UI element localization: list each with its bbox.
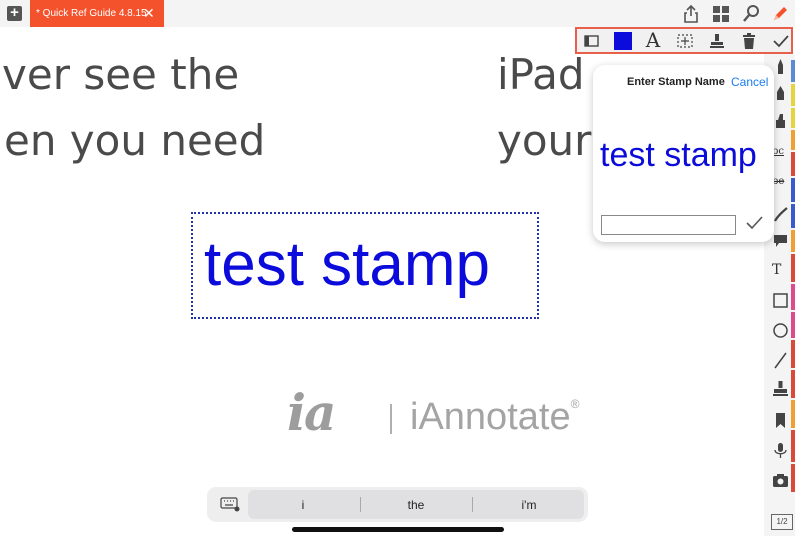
sidebar-color-tab[interactable] [791, 400, 795, 428]
document-tab-title: * Quick Ref Guide 4.8.15 [36, 8, 147, 19]
comment-icon[interactable] [772, 232, 789, 249]
tab-close-icon[interactable]: ✕ [143, 5, 155, 22]
sidebar-color-tab[interactable] [791, 430, 795, 462]
microphone-icon[interactable] [772, 442, 789, 459]
sidebar-color-tab[interactable] [791, 370, 795, 398]
page-indicator[interactable]: 1/2 [771, 514, 793, 530]
stamp-toolbar: A [575, 27, 793, 54]
sidebar-color-tab[interactable] [791, 312, 795, 338]
suggestion-item[interactable]: i'm [474, 498, 584, 512]
sidebar-color-tab[interactable] [791, 84, 795, 106]
grid-view-icon[interactable] [711, 4, 731, 24]
keyboard-suggestion-bar: i the i'm [207, 487, 588, 522]
trash-icon[interactable] [740, 32, 758, 50]
bookmark-icon[interactable] [772, 412, 789, 429]
logo-trademark: ® [570, 397, 580, 411]
highlighter-icon[interactable] [772, 112, 789, 129]
sidebar-color-tab[interactable] [791, 464, 795, 492]
marker-icon[interactable] [772, 84, 789, 101]
suggestion-item[interactable]: the [361, 498, 471, 512]
text-tool-icon[interactable]: T [772, 262, 789, 279]
suggestion-divider [472, 497, 473, 512]
sidebar-color-tab[interactable] [791, 178, 795, 202]
iannotate-logo-mark: ia [287, 383, 336, 442]
strikethrough-tool-icon[interactable]: be [772, 176, 789, 193]
underline-tool-icon[interactable]: bc [772, 146, 789, 163]
home-indicator[interactable] [292, 527, 504, 532]
line-tool-icon[interactable] [772, 352, 789, 369]
color-swatch[interactable] [614, 32, 632, 50]
pen-icon[interactable] [772, 58, 789, 75]
brush-icon[interactable] [772, 206, 789, 223]
checkmark-icon[interactable] [772, 32, 790, 50]
suggestion-list: i the i'm [248, 490, 584, 519]
stamp-icon[interactable] [708, 32, 726, 50]
document-text-line: en you need [4, 116, 266, 165]
share-icon[interactable] [681, 4, 701, 24]
sidebar-color-tab[interactable] [791, 130, 795, 150]
stamp-name-input[interactable] [601, 215, 736, 235]
suggestion-item[interactable]: i [248, 498, 358, 512]
sidebar-color-tab[interactable] [791, 284, 795, 310]
document-text-line: your [497, 116, 592, 165]
document-text-line: ver see the [2, 50, 240, 99]
keyboard-icon[interactable] [220, 496, 240, 512]
top-bar: + * Quick Ref Guide 4.8.15 ✕ [0, 0, 795, 27]
sidebar-color-tab[interactable] [791, 108, 795, 128]
pencil-icon[interactable] [770, 4, 790, 24]
popover-title: Enter Stamp Name [627, 76, 725, 88]
sidebar-color-tab[interactable] [791, 340, 795, 368]
cancel-button[interactable]: Cancel [731, 75, 768, 89]
stamp-name-popover: Enter Stamp Name Cancel test stamp [593, 65, 774, 242]
camera-icon[interactable] [772, 472, 789, 489]
sidebar-color-tab[interactable] [791, 60, 795, 82]
stamp-preview: test stamp [600, 136, 757, 174]
font-icon[interactable]: A [644, 30, 662, 50]
panel-icon[interactable] [583, 32, 601, 50]
logo-divider [390, 404, 392, 434]
stamp-frame-icon[interactable] [676, 32, 694, 50]
search-icon[interactable] [741, 4, 761, 24]
stamp-tool-icon[interactable] [772, 380, 789, 397]
rectangle-tool-icon[interactable] [772, 292, 789, 309]
document-text-line: iPad [497, 50, 585, 99]
sidebar-color-tab[interactable] [791, 204, 795, 228]
sidebar-color-tab[interactable] [791, 152, 795, 176]
sidebar-color-tab[interactable] [791, 230, 795, 252]
circle-tool-icon[interactable] [772, 322, 789, 339]
stamp-annotation-text: test stamp [204, 230, 490, 299]
confirm-checkmark-icon[interactable] [744, 212, 764, 232]
logo-name-text: iAnnotate [410, 396, 571, 438]
document-tab[interactable]: * Quick Ref Guide 4.8.15 ✕ [30, 0, 164, 27]
iannotate-logo-wordmark: iAnnotate® [410, 398, 579, 436]
add-document-button[interactable]: + [7, 5, 22, 21]
sidebar-color-tab[interactable] [791, 254, 795, 282]
